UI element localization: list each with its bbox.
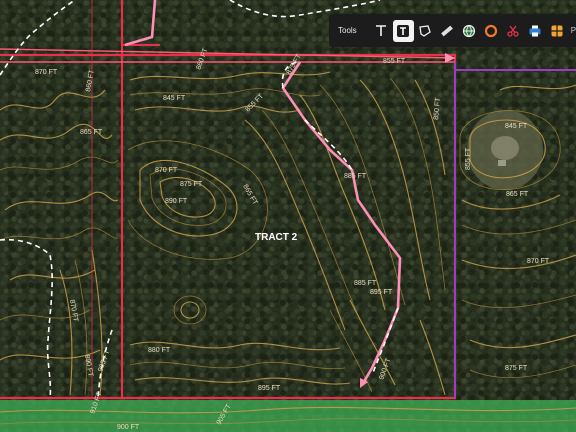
contour-label: 870 FT: [155, 167, 178, 174]
text-icon: [376, 24, 387, 36]
clearing-structure: [498, 160, 506, 166]
more-tools-label[interactable]: P: [571, 26, 576, 35]
contour-label: 845 FT: [163, 95, 186, 102]
contour-label: 865 FT: [80, 129, 103, 136]
contour-label: 895 FT: [370, 289, 393, 296]
adjacent-parcel-green: [0, 400, 576, 432]
text-box-icon: [397, 24, 410, 37]
text-box-tool-button[interactable]: [392, 19, 414, 42]
polygon-tool-button[interactable]: [415, 20, 436, 42]
contour-label: 870 FT: [35, 69, 58, 76]
text-tool-button[interactable]: [371, 20, 392, 42]
contour-label: 865 FT: [506, 191, 529, 198]
print-icon: [529, 25, 541, 36]
globe-icon: [463, 24, 476, 37]
contour-label: 855 FT: [465, 147, 472, 170]
tools-label: Tools: [338, 26, 357, 35]
cut-tool-button[interactable]: [503, 20, 524, 42]
circle-tool-button[interactable]: [481, 20, 502, 42]
contour-label: 875 FT: [180, 181, 203, 188]
clearing-center: [491, 136, 519, 160]
circle-icon: [485, 24, 498, 37]
contour-label: 855 FT: [383, 58, 406, 65]
scissors-icon: [507, 25, 519, 37]
contour-label: 885 FT: [344, 173, 367, 180]
polygon-icon: [419, 24, 431, 37]
contour-label: 845 FT: [505, 123, 528, 130]
ruler-icon: [441, 25, 454, 36]
tools-toolbar: Tools P: [329, 14, 576, 47]
map-canvas[interactable]: 870 FT 860 FT 865 FT 845 FT 855 FT 860 F…: [0, 0, 576, 432]
tract-label: TRACT 2: [255, 232, 298, 243]
layers-tool-button[interactable]: [547, 20, 568, 42]
ruler-tool-button[interactable]: [437, 20, 458, 42]
layers-icon: [551, 25, 563, 36]
contour-label: 895 FT: [258, 385, 281, 392]
contour-label: 870 FT: [527, 258, 550, 265]
contour-label: 890 FT: [165, 198, 188, 205]
contour-label: 900 FT: [117, 424, 140, 431]
contour-label: 880 FT: [148, 347, 171, 354]
print-tool-button[interactable]: [525, 20, 546, 42]
contour-label: 875 FT: [505, 365, 528, 372]
contour-label: 885 FT: [354, 280, 377, 287]
globe-tool-button[interactable]: [459, 20, 480, 42]
